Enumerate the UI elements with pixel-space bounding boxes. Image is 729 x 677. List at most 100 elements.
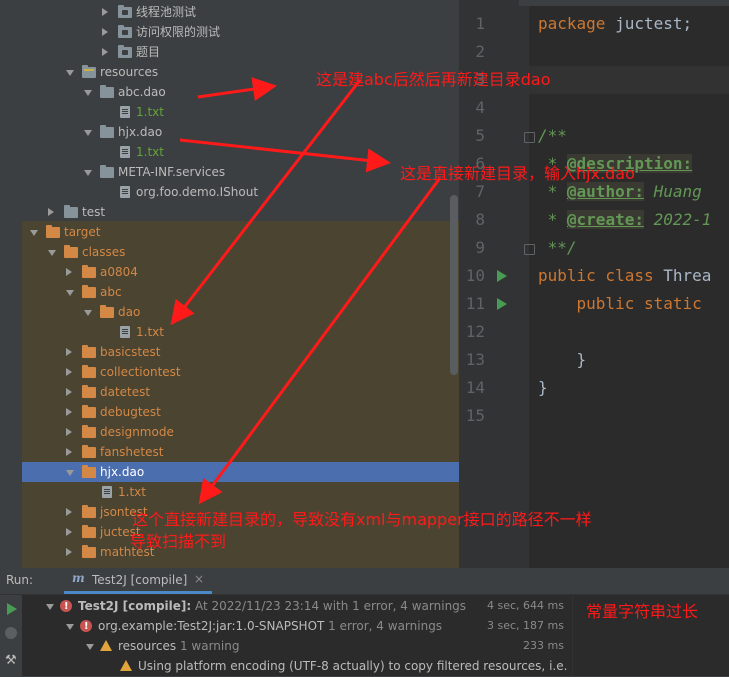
tree-item-label: abc.dao: [118, 85, 166, 99]
build-output-text: Test2J [compile]: At 2022/11/23 23:14 wi…: [78, 596, 466, 616]
chevron-right-icon[interactable]: [66, 388, 72, 396]
tree-item[interactable]: collectiontest: [22, 362, 459, 382]
fold-icon[interactable]: [524, 132, 535, 143]
chevron-down-icon[interactable]: [30, 230, 38, 236]
tree-item[interactable]: test: [22, 202, 459, 222]
tree-item[interactable]: hjx.dao: [22, 462, 459, 482]
code-line-10: public class Threa: [538, 266, 712, 285]
line-number: 3: [475, 70, 485, 89]
code-line-9: **/: [538, 238, 577, 257]
debug-icon[interactable]: [5, 627, 17, 639]
chevron-down-icon[interactable]: [66, 624, 74, 630]
line-number: 8: [475, 210, 485, 229]
run-method-gutter-icon[interactable]: [497, 298, 507, 310]
tree-item[interactable]: basicstest: [22, 342, 459, 362]
close-tab-icon[interactable]: ×: [194, 572, 204, 586]
package-folder-icon: [118, 45, 132, 58]
tree-item[interactable]: org.foo.demo.IShout: [22, 182, 459, 202]
tree-item-label: target: [64, 225, 101, 239]
chevron-right-icon[interactable]: [66, 508, 72, 516]
tree-item[interactable]: abc: [22, 282, 459, 302]
line-number: 9: [475, 238, 485, 257]
run-tab-label[interactable]: Test2J [compile]: [92, 573, 187, 587]
tree-item-label: debugtest: [100, 405, 161, 419]
tree-item[interactable]: a0804: [22, 262, 459, 282]
orange-folder-icon: [46, 225, 60, 238]
tree-item[interactable]: hjx.dao: [22, 122, 459, 142]
orange-folder-icon: [64, 245, 78, 258]
code-line-5: /**: [538, 126, 567, 145]
chevron-down-icon[interactable]: [46, 604, 54, 610]
tree-item[interactable]: datetest: [22, 382, 459, 402]
chevron-down-icon[interactable]: [84, 310, 92, 316]
tree-item[interactable]: debugtest: [22, 402, 459, 422]
tree-item[interactable]: designmode: [22, 422, 459, 442]
build-output-row[interactable]: Using platform encoding (UTF-8 actually)…: [22, 656, 572, 676]
chevron-right-icon[interactable]: [48, 208, 54, 216]
project-scrollbar[interactable]: [450, 195, 458, 375]
orange-folder-icon: [82, 385, 96, 398]
chevron-right-icon[interactable]: [66, 408, 72, 416]
tree-item[interactable]: target: [22, 222, 459, 242]
chevron-down-icon[interactable]: [48, 250, 56, 256]
chevron-down-icon[interactable]: [86, 644, 94, 650]
tree-item-label: 1.txt: [136, 145, 164, 159]
line-number: 5: [475, 126, 485, 145]
chevron-right-icon[interactable]: [66, 368, 72, 376]
build-output-row[interactable]: org.example:Test2J:jar:1.0-SNAPSHOT 1 er…: [22, 616, 572, 637]
text-file-icon: [120, 186, 130, 198]
tree-item[interactable]: 1.txt: [22, 142, 459, 162]
tree-item[interactable]: dao: [22, 302, 459, 322]
tree-item-label: 1.txt: [136, 105, 164, 119]
tree-item-label: 线程池测试: [136, 5, 197, 19]
build-duration: 3 sec, 187 ms: [487, 619, 564, 632]
maven-icon: m: [72, 571, 85, 585]
tree-item[interactable]: 线程池测试: [22, 2, 459, 22]
build-output-tree: Test2J [compile]: At 2022/11/23 23:14 wi…: [22, 595, 572, 676]
editor-tab-bar[interactable]: [519, 0, 729, 6]
chevron-down-icon[interactable]: [66, 290, 74, 296]
tree-item-label: resources: [100, 65, 159, 79]
chevron-right-icon[interactable]: [66, 428, 72, 436]
chevron-down-icon[interactable]: [66, 470, 74, 476]
wrench-icon[interactable]: ⚒: [5, 653, 17, 668]
line-number: 1: [475, 14, 485, 33]
tree-item[interactable]: classes: [22, 242, 459, 262]
build-output-row[interactable]: Test2J [compile]: At 2022/11/23 23:14 wi…: [22, 596, 572, 617]
chevron-down-icon[interactable]: [84, 90, 92, 96]
chevron-down-icon[interactable]: [66, 70, 74, 76]
tree-item-label: collectiontest: [100, 365, 181, 379]
code-line-8: * @create: 2022-1: [538, 210, 712, 229]
line-number: 10: [465, 266, 485, 285]
chevron-down-icon[interactable]: [84, 130, 92, 136]
chevron-right-icon[interactable]: [66, 528, 72, 536]
tree-item[interactable]: META-INF.services: [22, 162, 459, 182]
tree-item[interactable]: 题目: [22, 42, 459, 62]
build-item-summary: 1 warning: [176, 639, 240, 653]
tree-item[interactable]: 访问权限的测试: [22, 22, 459, 42]
chevron-down-icon[interactable]: [84, 170, 92, 176]
tree-item[interactable]: mathtest: [22, 542, 459, 562]
chevron-right-icon[interactable]: [66, 268, 72, 276]
tree-item[interactable]: fanshetest: [22, 442, 459, 462]
tree-item[interactable]: 1.txt: [22, 322, 459, 342]
run-class-gutter-icon[interactable]: [497, 270, 507, 282]
chevron-right-icon[interactable]: [66, 548, 72, 556]
tree-item[interactable]: 1.txt: [22, 102, 459, 122]
fold-icon[interactable]: [524, 244, 535, 255]
build-output-row[interactable]: resources 1 warning 233 ms: [22, 636, 572, 656]
tree-item-label: a0804: [100, 265, 138, 279]
tree-item[interactable]: 1.txt: [22, 482, 459, 502]
chevron-right-icon[interactable]: [102, 8, 108, 16]
package-folder-icon: [118, 5, 132, 18]
warning-icon: [120, 660, 132, 671]
rerun-icon[interactable]: [7, 603, 17, 615]
chevron-right-icon[interactable]: [102, 48, 108, 56]
chevron-right-icon[interactable]: [102, 28, 108, 36]
code-line-14: }: [538, 378, 548, 397]
chevron-right-icon[interactable]: [66, 348, 72, 356]
chevron-right-icon[interactable]: [66, 448, 72, 456]
text-file-icon: [120, 146, 130, 158]
line-number: 14: [465, 378, 485, 397]
tree-item-label: abc: [100, 285, 122, 299]
